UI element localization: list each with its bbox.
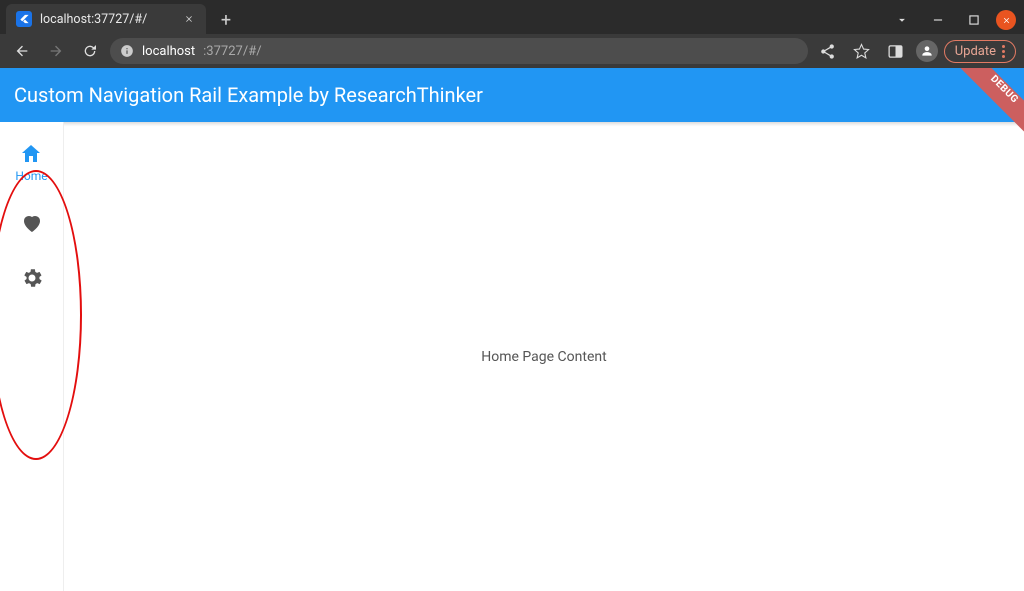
rail-item-settings[interactable] xyxy=(20,266,44,293)
tab-title: localhost:37727/#/ xyxy=(40,12,174,27)
site-info-icon xyxy=(120,44,134,58)
address-bar: localhost :37727/#/ Update xyxy=(0,34,1024,68)
gear-icon xyxy=(20,266,44,290)
navigation-rail: Home xyxy=(0,122,64,591)
update-label: Update xyxy=(955,44,996,59)
forward-button[interactable] xyxy=(42,37,70,65)
window-close-button[interactable] xyxy=(996,10,1016,30)
flutter-favicon xyxy=(16,11,32,27)
side-panel-icon[interactable] xyxy=(882,37,910,65)
back-button[interactable] xyxy=(8,37,36,65)
toolbar-right: Update xyxy=(814,37,1016,65)
rail-item-home[interactable]: Home xyxy=(15,142,47,183)
url-host: localhost xyxy=(142,44,195,59)
window-controls xyxy=(880,6,1024,34)
app-bar: Custom Navigation Rail Example by Resear… xyxy=(0,68,1024,122)
minimize-button[interactable] xyxy=(924,6,952,34)
home-icon xyxy=(19,142,43,166)
tab-strip: localhost:37727/#/ + xyxy=(0,0,1024,34)
browser-tab[interactable]: localhost:37727/#/ xyxy=(6,4,206,34)
reload-button[interactable] xyxy=(76,37,104,65)
browser-chrome: localhost :37727/#/ + xyxy=(0,0,1024,68)
chevron-down-icon[interactable] xyxy=(888,6,916,34)
url-path: :37727/#/ xyxy=(203,44,261,59)
url-input[interactable]: localhost :37727/#/ xyxy=(110,38,808,64)
content-text: Home Page Content xyxy=(481,349,606,365)
tab-close-button[interactable] xyxy=(182,12,196,26)
share-icon[interactable] xyxy=(814,37,842,65)
maximize-button[interactable] xyxy=(960,6,988,34)
bookmark-icon[interactable] xyxy=(848,37,876,65)
debug-label: DEBUG xyxy=(988,73,1020,105)
rail-item-label: Home xyxy=(15,169,47,183)
heart-icon xyxy=(20,211,44,235)
new-tab-button[interactable]: + xyxy=(212,6,240,34)
app-bar-title: Custom Navigation Rail Example by Resear… xyxy=(14,83,483,107)
page-viewport: Custom Navigation Rail Example by Resear… xyxy=(0,68,1024,591)
profile-avatar[interactable] xyxy=(916,40,938,62)
update-button[interactable]: Update xyxy=(944,40,1016,63)
rail-item-favorites[interactable] xyxy=(20,211,44,238)
app-body: Home Home Page Content xyxy=(0,122,1024,591)
main-content: Home Page Content xyxy=(64,122,1024,591)
menu-dots-icon xyxy=(1002,45,1005,58)
